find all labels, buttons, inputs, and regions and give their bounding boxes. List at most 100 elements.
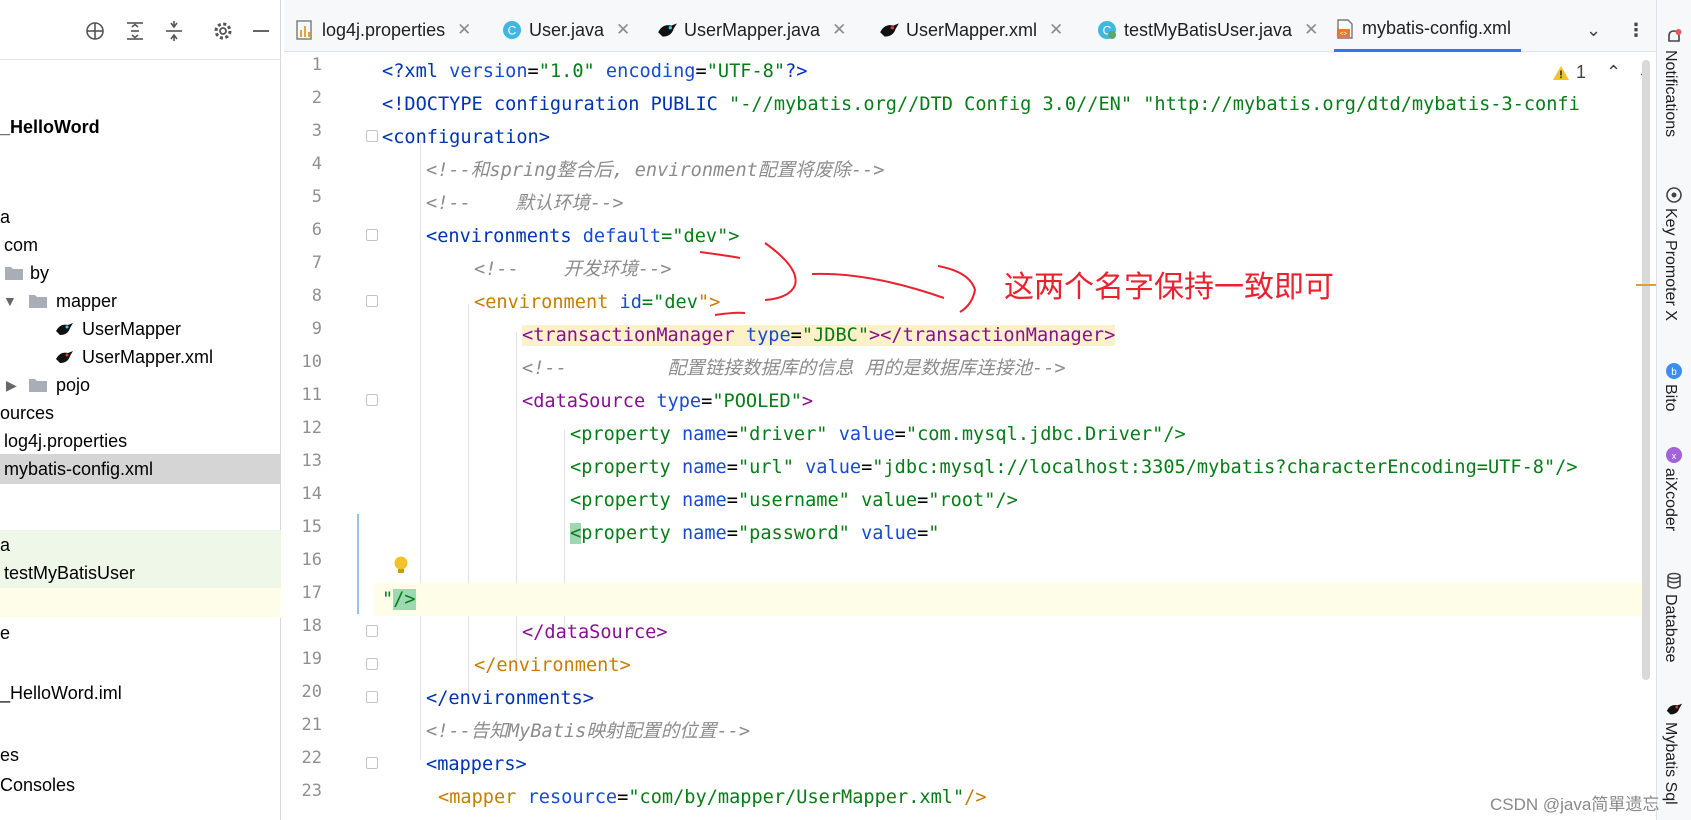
tab-list-dropdown[interactable]: ⌄ — [1586, 8, 1601, 52]
close-icon[interactable]: ✕ — [832, 20, 846, 40]
project-toolbar — [0, 0, 281, 60]
tree-item-label: a — [0, 207, 11, 227]
xml-comment: <!--和spring整合后, environment配置将废除--> — [426, 160, 885, 181]
xml-token: name — [681, 424, 727, 445]
close-icon[interactable]: ✕ — [457, 20, 471, 40]
xml-token: " — [928, 523, 940, 544]
fold-marker-icon[interactable] — [366, 130, 378, 142]
tab-user-java[interactable]: C User.java ✕ — [501, 8, 630, 52]
xml-comment: <!-- 默认环境--> — [426, 193, 624, 214]
fold-marker-icon[interactable] — [366, 229, 378, 241]
svg-text:b: b — [1671, 367, 1677, 378]
xml-token: =" — [661, 226, 684, 247]
xml-token: "1.0" — [538, 61, 595, 82]
chevron-up-icon[interactable]: ⌃ — [1606, 62, 1621, 83]
code-editor[interactable]: 1 2 3 4 5 6 7 8 9 10 11 12 13 14 15 16 1… — [284, 52, 1656, 820]
tree-item-testmybatisuser[interactable]: testMyBatisUser — [0, 558, 281, 588]
xml-token: "POOLED" — [712, 391, 802, 412]
chevron-down-icon[interactable]: ▼ — [3, 286, 17, 316]
watermark: CSDN @java简單遗忘 — [1490, 795, 1660, 814]
tree-item-mybatis-config[interactable]: mybatis-config.xml — [0, 454, 281, 484]
close-icon[interactable]: ✕ — [1304, 20, 1318, 40]
tree-item-external-libraries[interactable]: es — [0, 740, 281, 770]
tree-item-usermapper[interactable]: UserMapper — [0, 314, 281, 344]
tree-item-project-root[interactable]: _HelloWord — [0, 112, 281, 142]
expand-all-icon[interactable] — [122, 18, 148, 44]
crosshair-icon[interactable] — [82, 18, 108, 44]
chevron-right-icon[interactable]: ▶ — [6, 370, 17, 400]
fold-marker-icon[interactable] — [366, 625, 378, 637]
tree-item-by[interactable]: by — [0, 258, 281, 288]
tree-item-pojo[interactable]: ▶ pojo — [0, 370, 281, 400]
xml-token: /> — [393, 589, 416, 610]
tool-mybatis-sql[interactable]: Mybatis Sql — [1661, 722, 1679, 805]
tree-item-log4j[interactable]: log4j.properties — [0, 426, 281, 456]
code-line: <!--和spring整合后, environment配置将废除--> — [426, 154, 884, 187]
tree-item-test-java[interactable]: a — [0, 530, 281, 560]
xml-token: <property — [570, 490, 682, 511]
tool-key-promoter[interactable]: Key Promoter X — [1661, 208, 1679, 321]
xml-comment: <!-- 开发环境--> — [474, 259, 672, 280]
xml-token: dev — [683, 226, 718, 247]
code-area[interactable]: <?xml version="1.0" encoding="UTF-8"?> <… — [374, 52, 1656, 820]
xml-token: "root" — [928, 490, 996, 511]
fold-marker-icon[interactable] — [366, 691, 378, 703]
code-line: <!DOCTYPE configuration PUBLIC "-//mybat… — [382, 88, 1580, 121]
tree-item-resources[interactable]: ources — [0, 398, 281, 428]
minimize-icon[interactable] — [248, 18, 274, 44]
more-options-icon[interactable]: ⋮ — [1627, 8, 1645, 52]
xml-token: = — [726, 523, 738, 544]
tab-testmybatisuser-java[interactable]: C testMyBatisUser.java ✕ — [1096, 8, 1318, 52]
tree-item-mapper[interactable]: ▼ mapper — [0, 286, 281, 316]
svg-text:C: C — [508, 24, 517, 38]
tab-usermapper-java[interactable]: UserMapper.java ✕ — [656, 8, 846, 52]
line-number: 16 — [301, 550, 322, 570]
xml-token: <property — [570, 424, 682, 445]
line-number: 9 — [311, 319, 322, 339]
tree-item-label: com — [4, 235, 39, 255]
tool-bito[interactable]: Bito — [1661, 384, 1679, 412]
code-line: <!--告知MyBatis映射配置的位置--> — [426, 715, 750, 748]
tab-log4j-properties[interactable]: log4j.properties ✕ — [294, 8, 471, 52]
fold-marker-icon[interactable] — [366, 295, 378, 307]
tree-item-label: by — [30, 263, 50, 283]
fold-marker-icon[interactable] — [366, 658, 378, 670]
xml-token: dev — [664, 292, 698, 313]
collapse-all-icon[interactable] — [161, 18, 187, 44]
xml-token: value — [827, 424, 895, 445]
tree-item-target[interactable]: e — [0, 618, 281, 648]
xml-token: <mappers> — [426, 754, 527, 775]
tree-item-label: _HelloWord — [0, 117, 100, 137]
tool-database[interactable]: Database — [1661, 594, 1679, 663]
editor-scrollbar[interactable] — [1642, 60, 1650, 680]
inspection-widget[interactable]: 1 ⌃ ⌄ — [1552, 62, 1652, 83]
close-icon[interactable]: ✕ — [1049, 20, 1063, 40]
xml-comment: <!-- 配置链接数据库的信息 用的是数据库连接池--> — [522, 358, 1066, 379]
xml-token: <environment — [474, 292, 620, 313]
tree-item-java[interactable]: a — [0, 202, 281, 232]
folder-icon — [29, 295, 47, 308]
tree-item-usermapper-xml[interactable]: UserMapper.xml — [0, 342, 281, 372]
gear-icon[interactable] — [210, 18, 236, 44]
scroll-marker — [1636, 284, 1656, 286]
tool-aixcoder[interactable]: aiXcoder — [1661, 468, 1679, 531]
close-icon[interactable]: ✕ — [616, 20, 630, 40]
chevron-down-icon: ⌄ — [1586, 19, 1602, 40]
tool-notifications[interactable]: Notifications — [1661, 50, 1679, 137]
tree-item-scratches[interactable]: Consoles — [0, 770, 281, 800]
xml-token: ?> — [785, 61, 808, 82]
xml-token: = — [701, 391, 713, 412]
tree-item-com[interactable]: com — [0, 230, 281, 260]
fold-marker-icon[interactable] — [366, 394, 378, 406]
tree-item-iml[interactable]: _HelloWord.iml — [0, 678, 281, 708]
java-class-icon: C — [501, 19, 523, 41]
xml-token: > — [801, 391, 814, 412]
tab-mybatis-config-xml[interactable]: <> mybatis-config.xml — [1334, 8, 1522, 52]
fold-marker-icon[interactable] — [366, 757, 378, 769]
tab-usermapper-xml[interactable]: UserMapper.xml ✕ — [878, 8, 1063, 52]
svg-text:x: x — [1672, 451, 1677, 461]
xml-token: <?xml — [382, 61, 450, 82]
xml-token: = — [527, 61, 539, 82]
code-line: <mappers> — [426, 748, 527, 781]
xml-token: = — [894, 424, 906, 445]
